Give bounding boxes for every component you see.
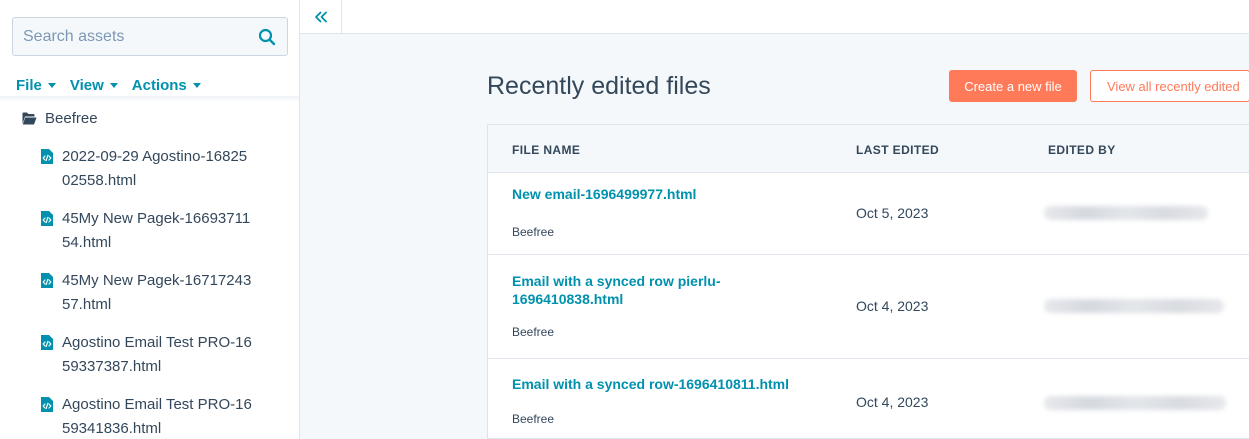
create-new-file-button[interactable]: Create a new file [949, 70, 1077, 102]
html-file-icon [41, 335, 53, 350]
file-name-link[interactable]: Email with a synced row-1696410811.html [512, 375, 822, 393]
page-title: Recently edited files [487, 72, 711, 100]
tree-file-label: Agostino Email Test PRO-1659341836.html [62, 396, 252, 437]
tree-file-item[interactable]: 2022-09-29 Agostino-1682502558.html [40, 145, 290, 207]
html-file-icon [41, 273, 53, 288]
tree-folder-beefree[interactable]: Beefree [22, 110, 98, 127]
folder-open-icon [22, 112, 37, 125]
tree-file-item[interactable]: 45My New Pagek-1669371154.html [40, 207, 290, 269]
last-edited-date: Oct 4, 2023 [856, 298, 929, 314]
file-folder: Beefree [512, 225, 555, 239]
sidebar-menubar: File View Actions [16, 75, 201, 95]
last-edited-date: Oct 5, 2023 [856, 205, 929, 221]
top-bar [300, 0, 1249, 34]
tree-file-label: 45My New Pagek-1669371154.html [62, 210, 251, 251]
table-row: Email with a synced row-1696410811.html … [488, 359, 1249, 438]
chevron-down-icon [109, 82, 118, 88]
file-tree-list: 2022-09-29 Agostino-1682502558.html 45My… [40, 145, 290, 439]
double-chevron-left-icon [314, 11, 327, 23]
file-menu-label: File [16, 76, 42, 94]
chevron-down-icon [47, 82, 56, 88]
file-folder: Beefree [512, 325, 555, 339]
search-icon[interactable] [257, 27, 277, 47]
asset-sidebar: Search assets File View Actions Beefree [0, 0, 300, 439]
view-all-recently-edited-button[interactable]: View all recently edited [1090, 70, 1249, 102]
collapse-sidebar-button[interactable] [300, 0, 342, 34]
column-header-last-edited: LAST EDITED [856, 143, 940, 157]
html-file-icon [41, 149, 53, 164]
tree-file-item[interactable]: 45My New Pagek-1671724357.html [40, 269, 290, 331]
table-row: New email-1696499977.html Beefree Oct 5,… [488, 173, 1249, 255]
file-menu[interactable]: File [16, 77, 56, 94]
actions-menu-label: Actions [131, 76, 187, 94]
search-input[interactable]: Search assets [12, 17, 288, 56]
edited-by-redacted [1044, 396, 1226, 410]
column-header-file-name: FILE NAME [512, 143, 581, 157]
table-header: FILE NAME LAST EDITED EDITED BY [488, 125, 1249, 173]
edited-by-redacted [1044, 299, 1224, 313]
view-menu[interactable]: View [70, 77, 118, 94]
tree-file-item[interactable]: Agostino Email Test PRO-1659341836.html [40, 393, 290, 439]
chevron-down-icon [192, 82, 201, 88]
html-file-icon [41, 211, 53, 226]
html-file-icon [41, 397, 53, 412]
actions-menu[interactable]: Actions [132, 77, 201, 94]
file-folder: Beefree [512, 412, 555, 426]
tree-file-label: 2022-09-29 Agostino-1682502558.html [62, 148, 248, 189]
recent-files-table: FILE NAME LAST EDITED EDITED BY New emai… [487, 124, 1249, 439]
column-header-edited-by: EDITED BY [1048, 143, 1116, 157]
tree-folder-label: Beefree [45, 110, 98, 127]
edited-by-redacted [1044, 206, 1208, 220]
tree-file-item[interactable]: Agostino Email Test PRO-1659337387.html [40, 331, 290, 393]
view-menu-label: View [69, 76, 104, 94]
file-name-link[interactable]: New email-1696499977.html [512, 185, 822, 203]
search-placeholder: Search assets [23, 27, 125, 45]
table-row: Email with a synced row pierlu-169641083… [488, 255, 1249, 359]
file-name-link[interactable]: Email with a synced row pierlu-169641083… [512, 272, 752, 308]
tree-file-label: 45My New Pagek-1671724357.html [62, 272, 252, 313]
last-edited-date: Oct 4, 2023 [856, 394, 929, 410]
menubar-divider [0, 96, 299, 102]
tree-file-label: Agostino Email Test PRO-1659337387.html [62, 334, 252, 375]
